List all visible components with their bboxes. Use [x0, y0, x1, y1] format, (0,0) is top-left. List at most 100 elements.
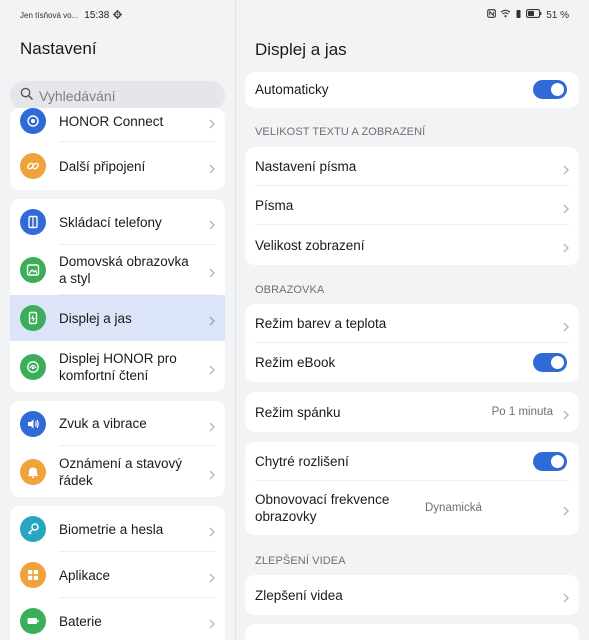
honor-connect-icon	[20, 108, 46, 134]
sidebar-item-honor-connect[interactable]: HONOR Connect	[10, 108, 225, 142]
battery-icon	[20, 608, 46, 634]
bell-icon	[20, 458, 46, 485]
gear-icon	[113, 9, 123, 21]
status-bar-left: Jen tísňová vo... 15:38	[20, 8, 123, 22]
wifi-icon	[500, 9, 511, 21]
section-header-text-size: VELIKOST TEXTU A ZOBRAZENÍ	[255, 126, 426, 138]
sidebar-item-battery[interactable]: Baterie	[10, 598, 225, 640]
vibrate-icon	[515, 9, 522, 22]
sidebar-item-biometrics[interactable]: Biometrie a hesla	[10, 506, 225, 552]
eye-comfort-icon	[20, 353, 46, 380]
chevron-right-icon	[563, 503, 569, 521]
refresh-rate-row[interactable]: Obnovovací frekvence obrazovky Dynamická	[245, 481, 579, 535]
ebook-mode-row[interactable]: Režim eBook	[245, 343, 579, 382]
refresh-rate-value: Dynamická	[425, 502, 482, 514]
sidebar-item-label: Displej HONOR pro komfortní čtení	[59, 350, 177, 383]
speaker-icon	[20, 410, 46, 437]
sleep-mode-row[interactable]: Režim spánku Po 1 minuta	[245, 392, 579, 432]
sleep-card: Režim spánku Po 1 minuta	[245, 392, 579, 432]
refresh-rate-label: Obnovovací frekvence obrazovky	[255, 492, 390, 524]
sidebar-item-label: Další připojení	[59, 158, 146, 174]
link-icon	[20, 153, 46, 179]
nfc-icon	[487, 9, 497, 21]
color-mode-label: Režim barev a teplota	[255, 316, 387, 331]
search-input[interactable]	[39, 87, 209, 104]
display-brightness-icon	[20, 305, 46, 331]
sleep-mode-label: Režim spánku	[255, 404, 341, 420]
ebook-mode-label: Režim eBook	[255, 355, 336, 370]
sidebar-item-display-brightness[interactable]: Displej a jas	[10, 295, 225, 341]
chevron-right-icon	[209, 116, 215, 134]
settings-group-connectivity: HONOR Connect Další připojení	[10, 108, 225, 190]
sidebar-item-sound-vibration[interactable]: Zvuk a vibrace	[10, 401, 225, 446]
smart-resolution-label: Chytré rozlišení	[255, 454, 349, 469]
display-settings-pane: 51 % Displej a jas Automaticky VELIKOST …	[237, 0, 589, 640]
sidebar-item-label: Skládací telefony	[59, 214, 162, 230]
battery-percent: 51 %	[546, 9, 569, 21]
sidebar-item-foldable-phones[interactable]: Skládací telefony	[10, 199, 225, 245]
clock: 15:38	[84, 9, 110, 21]
chevron-right-icon	[209, 217, 215, 235]
sidebar-item-label: Aplikace	[59, 567, 111, 583]
sidebar-item-comfort-reading[interactable]: Displej HONOR pro komfortní čtení	[10, 341, 225, 392]
sidebar-item-label: Baterie	[59, 613, 102, 629]
screen-card: Režim barev a teplota Režim eBook	[245, 304, 579, 382]
auto-brightness-toggle[interactable]	[533, 79, 567, 99]
font-settings-row[interactable]: Nastavení písma	[245, 147, 579, 186]
chevron-right-icon	[563, 240, 569, 258]
auto-brightness-label: Automaticky	[255, 81, 329, 97]
sidebar-item-other-connections[interactable]: Další připojení	[10, 142, 225, 190]
video-enhance-row[interactable]: Zlepšení videa	[245, 575, 579, 615]
settings-group-display: Skládací telefony Domovská obrazovka a s…	[10, 199, 225, 392]
search-icon	[20, 87, 33, 105]
chevron-right-icon	[209, 161, 215, 179]
font-settings-label: Nastavení písma	[255, 159, 357, 174]
smart-resolution-toggle[interactable]	[533, 452, 567, 471]
sidebar-item-label: Zvuk a vibrace	[59, 416, 147, 431]
foldable-phone-icon	[20, 209, 46, 235]
search-bar[interactable]	[10, 81, 225, 110]
chevron-right-icon	[563, 407, 569, 425]
chevron-right-icon	[209, 524, 215, 542]
section-header-screen: OBRAZOVKA	[255, 284, 325, 296]
color-mode-row[interactable]: Režim barev a teplota	[245, 304, 579, 343]
brightness-card: Automaticky	[245, 72, 579, 108]
ebook-mode-toggle[interactable]	[533, 353, 567, 372]
chevron-right-icon	[563, 162, 569, 180]
chevron-right-icon	[209, 570, 215, 588]
sidebar-item-notifications[interactable]: Oznámení a stavový řádek	[10, 446, 225, 497]
chevron-right-icon	[209, 313, 215, 331]
sidebar-item-label: Biometrie a hesla	[59, 521, 164, 537]
sidebar-item-label: Domovská obrazovka a styl	[59, 254, 189, 286]
settings-sidebar: Jen tísňová vo... 15:38 Nastavení HONOR …	[0, 0, 236, 640]
settings-group-system: Biometrie a hesla Aplikace Baterie	[10, 506, 225, 640]
display-size-label: Velikost zobrazení	[255, 237, 365, 253]
section-header-video: ZLEPŠENÍ VIDEA	[255, 555, 346, 567]
fonts-label: Písma	[255, 198, 294, 213]
chevron-right-icon	[563, 319, 569, 337]
image-icon	[20, 257, 46, 283]
sidebar-item-label: Displej a jas	[59, 310, 132, 326]
next-card-partial	[245, 624, 579, 640]
battery-status-icon	[526, 9, 542, 21]
carrier-text: Jen tísňová vo...	[20, 10, 79, 20]
sidebar-item-apps[interactable]: Aplikace	[10, 552, 225, 598]
smart-resolution-row[interactable]: Chytré rozlišení	[245, 442, 579, 481]
status-bar-right: 51 %	[487, 8, 569, 22]
video-card: Zlepšení videa	[245, 575, 579, 615]
key-icon	[20, 516, 46, 542]
chevron-right-icon	[209, 419, 215, 437]
video-enhance-label: Zlepšení videa	[255, 587, 343, 603]
settings-group-sound-notifications: Zvuk a vibrace Oznámení a stavový řádek	[10, 401, 225, 497]
auto-brightness-row[interactable]: Automaticky	[245, 72, 579, 106]
sleep-mode-value: Po 1 minuta	[491, 406, 553, 418]
sidebar-item-home-screen[interactable]: Domovská obrazovka a styl	[10, 245, 225, 295]
page-title: Nastavení	[20, 39, 97, 58]
apps-grid-icon	[20, 562, 46, 588]
chevron-right-icon	[209, 467, 215, 485]
sidebar-item-label: Oznámení a stavový řádek	[59, 455, 183, 488]
fonts-row[interactable]: Písma	[245, 186, 579, 225]
page-title: Displej a jas	[255, 40, 347, 59]
resolution-card: Chytré rozlišení Obnovovací frekvence ob…	[245, 442, 579, 535]
display-size-row[interactable]: Velikost zobrazení	[245, 225, 579, 265]
